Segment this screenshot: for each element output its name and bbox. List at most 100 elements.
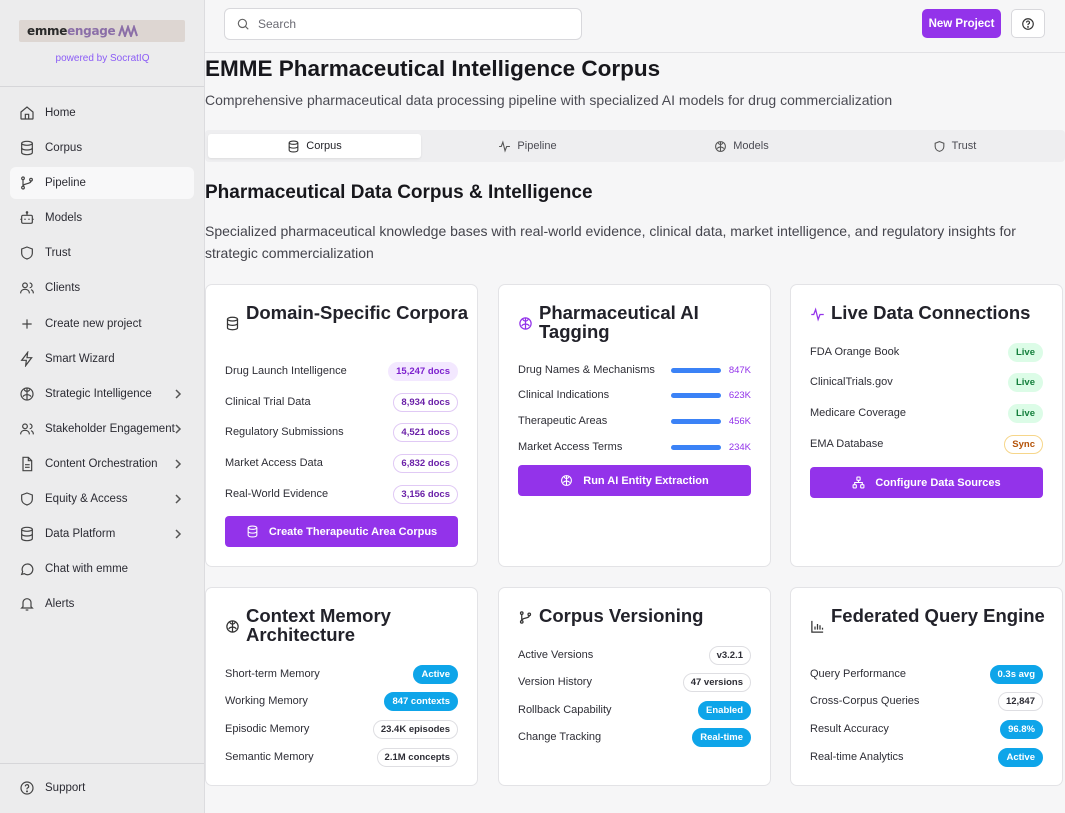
list-item: Result Accuracy 96.8%	[810, 719, 1043, 739]
search-input[interactable]	[258, 17, 558, 31]
chevron-right-icon	[175, 494, 182, 504]
row-label: Real-time Analytics	[810, 751, 904, 763]
sidebar-item-label: Clients	[45, 282, 81, 295]
count-badge: 47 versions	[682, 672, 751, 692]
list-item: Drug Launch Intelligence 15,247 docs	[225, 361, 458, 381]
help-button[interactable]	[1011, 9, 1045, 38]
sidebar-item-corpus[interactable]: Corpus	[10, 132, 194, 164]
plus-icon	[22, 318, 32, 329]
sidebar-item-clients[interactable]: Clients	[10, 272, 194, 304]
list-item: Cross-Corpus Queries 12,847	[810, 691, 1043, 711]
card-title: Pharmaceutical AI Tagging	[539, 302, 699, 342]
row-label: Clinical Indications	[518, 389, 610, 401]
create-corpus-button[interactable]: Create Therapeutic Area Corpus	[225, 516, 458, 547]
list-item: Change Tracking Real-time	[518, 727, 751, 747]
list-item: Real-time Analytics Active	[810, 747, 1043, 767]
button-label: Create Therapeutic Area Corpus	[268, 525, 438, 538]
run-extraction-button[interactable]: Run AI Entity Extraction	[518, 465, 751, 496]
configure-sources-button[interactable]: Configure Data Sources	[810, 467, 1043, 498]
sidebar-item-content-orchestration[interactable]: Content Orchestration	[10, 448, 194, 480]
row-value: 234K	[728, 441, 751, 453]
tab-models[interactable]: Models	[635, 134, 848, 158]
row-label: Working Memory	[225, 695, 308, 707]
sidebar-item-smart-wizard[interactable]: Smart Wizard	[10, 343, 194, 375]
row-label: Active Versions	[518, 649, 594, 661]
sidebar-item-label: Pipeline	[45, 177, 86, 190]
list-item: Market Access Terms 234K	[518, 439, 751, 455]
card-live-connections: Live Data Connections FDA Orange Book Liv…	[790, 284, 1063, 567]
tab-trust[interactable]: Trust	[848, 134, 1061, 158]
sidebar-item-label: Corpus	[45, 142, 83, 155]
database-icon	[21, 140, 33, 156]
list-item: Therapeutic Areas 456K	[518, 413, 751, 429]
search-icon	[237, 18, 249, 30]
support-link[interactable]: Support	[10, 772, 194, 804]
sidebar-item-data-platform[interactable]: Data Platform	[10, 518, 194, 550]
sidebar-item-label: Equity & Access	[45, 493, 128, 506]
sidebar-item-stakeholder-engagement[interactable]: Stakeholder Engagement	[10, 413, 194, 445]
search-box[interactable]	[224, 8, 582, 40]
list-item: Version History 47 versions	[518, 672, 751, 692]
row-value: 847K	[728, 364, 751, 376]
list-item: Real-World Evidence 3,156 docs	[225, 484, 458, 504]
row-label: Market Access Data	[225, 457, 323, 469]
sidebar-item-label: Content Orchestration	[45, 457, 158, 470]
tab-pipeline[interactable]: Pipeline	[421, 134, 634, 158]
row-label: EMA Database	[810, 438, 884, 450]
doc-count-badge: 3,156 docs	[393, 484, 458, 504]
row-label: Semantic Memory	[225, 751, 314, 763]
row-label: Cross-Corpus Queries	[810, 695, 920, 707]
logo-mark-icon	[118, 25, 139, 37]
network-icon	[852, 476, 865, 489]
sidebar-item-alerts[interactable]: Alerts	[10, 588, 194, 620]
sidebar-item-trust[interactable]: Trust	[10, 237, 194, 269]
sidebar-item-equity-access[interactable]: Equity & Access	[10, 483, 194, 515]
row-label: Clinical Trial Data	[225, 396, 311, 408]
sidebar-item-strategic-intelligence[interactable]: Strategic Intelligence	[10, 378, 194, 410]
row-label: Medicare Coverage	[810, 407, 906, 419]
row-label: Result Accuracy	[810, 723, 889, 735]
row-label: Change Tracking	[518, 731, 602, 743]
shield-icon	[934, 140, 945, 152]
list-item: Query Performance 0.3s avg	[810, 664, 1043, 684]
users-icon	[20, 282, 34, 294]
shield-icon	[21, 246, 33, 260]
git-branch-icon	[21, 176, 33, 190]
card-corpus-versioning: Corpus Versioning Active Versions v3.2.1 …	[498, 587, 771, 786]
metric-badge: 0.3s avg	[989, 664, 1043, 684]
row-label: Drug Names & Mechanisms	[518, 364, 655, 376]
sidebar-item-pipeline[interactable]: Pipeline	[10, 167, 194, 200]
list-item: FDA Orange Book Live	[810, 342, 1043, 362]
sidebar-item-chat[interactable]: Chat with emme	[10, 553, 194, 585]
shield-icon	[21, 492, 33, 506]
row-label: Market Access Terms	[518, 441, 623, 453]
sidebar-item-create-project[interactable]: Create new project	[10, 308, 194, 340]
chevron-right-icon	[175, 529, 182, 539]
sidebar-item-label: Create new project	[45, 317, 142, 330]
sidebar-item-label: Data Platform	[45, 528, 116, 541]
row-label: Version History	[518, 676, 592, 688]
doc-count-badge: 4,521 docs	[393, 422, 458, 442]
brand-logo[interactable]: emmeengage	[19, 20, 185, 42]
status-badge: Enabled	[698, 700, 751, 720]
list-item: Market Access Data 6,832 docs	[225, 453, 458, 473]
sidebar-item-home[interactable]: Home	[10, 97, 194, 129]
users-icon	[20, 423, 34, 435]
database-icon	[21, 526, 33, 542]
sidebar-item-label: Models	[45, 212, 83, 225]
list-item: Clinical Indications 623K	[518, 387, 751, 403]
sidebar-divider	[0, 763, 204, 764]
row-label: Query Performance	[810, 668, 906, 680]
tab-corpus[interactable]: Corpus	[208, 134, 421, 158]
new-project-button[interactable]: New Project	[922, 9, 1001, 38]
git-branch-icon	[519, 611, 532, 624]
brain-icon	[715, 140, 727, 152]
card-title: Context Memory Architecture	[246, 605, 391, 645]
list-item: Drug Names & Mechanisms 847K	[518, 362, 751, 378]
sidebar-item-models[interactable]: Models	[10, 202, 194, 234]
card-domain-corpora: Domain-Specific Corpora Drug Launch Inte…	[205, 284, 478, 567]
status-badge: Active	[413, 664, 458, 684]
bot-icon	[20, 211, 34, 225]
file-text-icon	[22, 456, 33, 472]
home-icon	[20, 106, 34, 120]
